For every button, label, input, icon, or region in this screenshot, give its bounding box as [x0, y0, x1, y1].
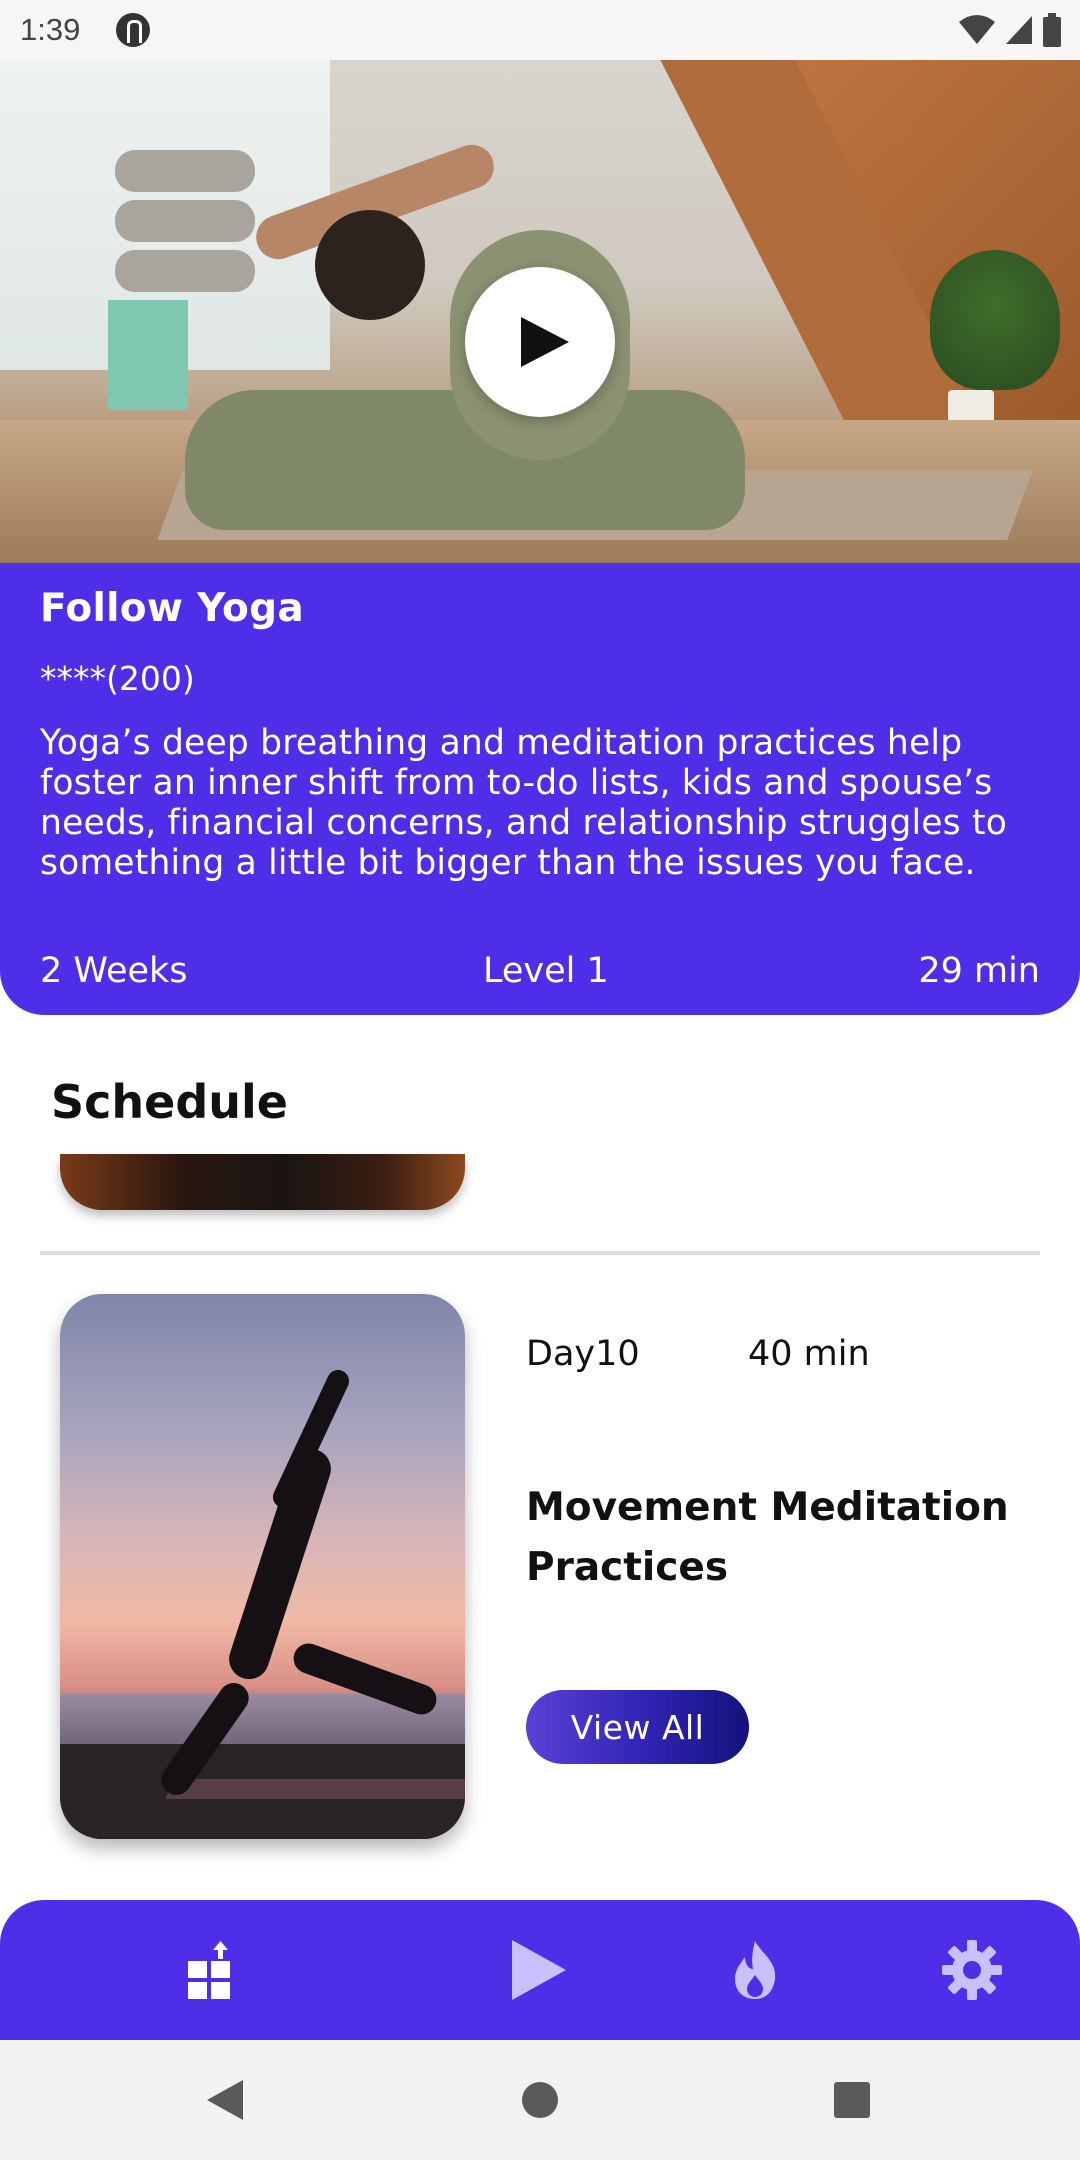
gear-icon — [942, 1940, 1002, 2000]
program-rating: ****(200) — [40, 659, 195, 698]
schedule-heading: Schedule — [51, 1075, 288, 1129]
play-video-button[interactable] — [465, 267, 615, 417]
session-duration: 40 min — [748, 1334, 870, 1374]
program-duration-weeks: 2 Weeks — [40, 951, 188, 991]
play-icon — [512, 1940, 566, 2000]
notification-app-icon — [116, 13, 150, 47]
dashboard-icon — [188, 1941, 230, 1999]
system-home-button[interactable] — [480, 2040, 600, 2160]
hero-stool — [108, 300, 188, 410]
program-meta: 2 Weeks Level 1 29 min — [40, 951, 1040, 995]
system-navigation-bar — [0, 2040, 1080, 2160]
status-time: 1:39 — [20, 12, 81, 47]
previous-session-thumbnail[interactable] — [60, 1154, 465, 1210]
nav-item-trending[interactable] — [720, 1935, 790, 2005]
nav-item-dashboard[interactable] — [176, 1935, 246, 2005]
nav-item-play[interactable] — [503, 1935, 573, 2005]
status-bar: 1:39 — [0, 0, 1080, 60]
session-title: Movement Meditation Practices — [526, 1485, 1009, 1590]
schedule-divider — [40, 1251, 1040, 1255]
program-info-card: Follow Yoga ****(200) Yoga’s deep breath… — [0, 563, 1080, 1015]
wifi-icon — [959, 15, 995, 44]
view-all-button[interactable]: View All — [526, 1690, 749, 1764]
nav-item-settings[interactable] — [937, 1935, 1007, 2005]
session-day: Day10 — [526, 1334, 640, 1374]
program-level: Level 1 — [483, 951, 609, 991]
play-icon — [521, 317, 569, 367]
program-description: Yoga’s deep breathing and meditation pra… — [40, 723, 1008, 883]
home-icon — [522, 2082, 558, 2118]
hero-cushions — [115, 150, 255, 300]
recents-icon — [834, 2082, 870, 2118]
thumb-mat — [165, 1779, 465, 1799]
cell-signal-icon — [1006, 16, 1032, 44]
bottom-navigation — [0, 1900, 1080, 2040]
battery-icon — [1043, 13, 1061, 47]
program-title: Follow Yoga — [40, 586, 304, 631]
schedule-item: Day10 40 min Movement Meditation Practic… — [0, 1294, 1080, 1840]
session-thumbnail[interactable] — [60, 1294, 465, 1839]
hero-person-head — [315, 210, 425, 320]
hero-plant — [930, 250, 1060, 390]
system-back-button[interactable] — [165, 2040, 285, 2160]
program-session-length: 29 min — [918, 951, 1040, 991]
hero-video-thumbnail[interactable] — [0, 60, 1080, 563]
back-icon — [207, 2080, 243, 2120]
status-icons — [958, 12, 1062, 48]
fire-icon — [735, 1941, 776, 1999]
system-recents-button[interactable] — [792, 2040, 912, 2160]
